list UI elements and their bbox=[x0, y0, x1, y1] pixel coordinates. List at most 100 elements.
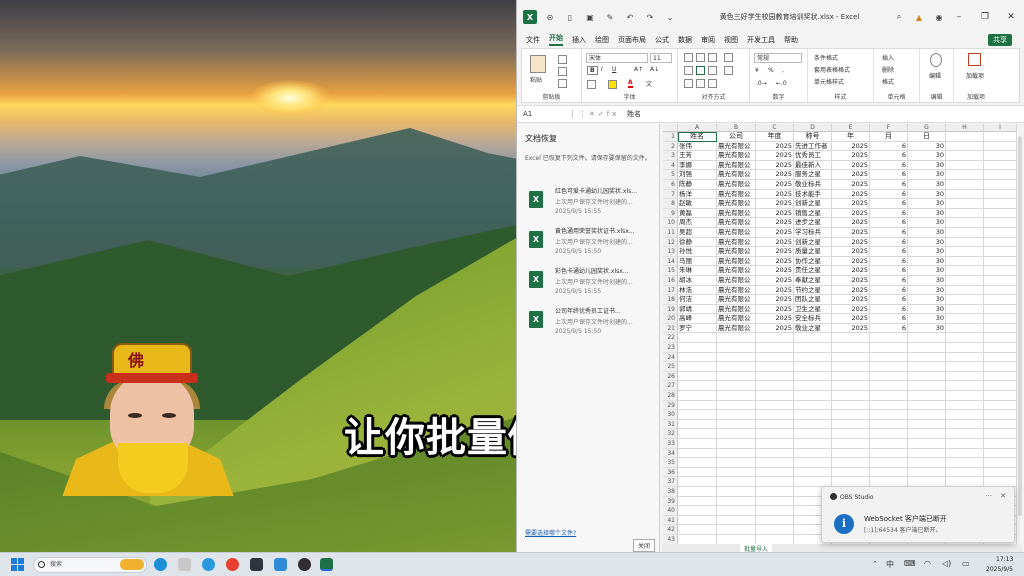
ribbon-tab[interactable]: 帮助 bbox=[784, 35, 798, 46]
italic-button[interactable]: I bbox=[601, 66, 603, 73]
indent-decrease-icon[interactable] bbox=[684, 79, 693, 88]
grid-cell[interactable]: 30 bbox=[908, 266, 946, 276]
grid-cell[interactable]: 2025 bbox=[756, 199, 794, 209]
ribbon-tab[interactable]: 插入 bbox=[572, 35, 586, 46]
grid-cell[interactable]: 敬业之星 bbox=[794, 323, 832, 334]
row-header[interactable]: 2 bbox=[663, 141, 678, 152]
grid-cell[interactable] bbox=[678, 525, 717, 535]
grid-cell[interactable] bbox=[984, 352, 1017, 363]
row-header[interactable]: 28 bbox=[663, 391, 678, 401]
network-icon[interactable]: ◠ bbox=[924, 559, 931, 568]
grid-cell[interactable] bbox=[832, 458, 870, 468]
grid-cell[interactable]: 30 bbox=[908, 208, 946, 219]
grid-cell[interactable] bbox=[794, 419, 832, 430]
grid-cell[interactable] bbox=[756, 333, 794, 344]
grid-cell[interactable]: 6 bbox=[870, 227, 908, 238]
row-header[interactable]: 21 bbox=[663, 323, 678, 334]
grid-cell[interactable] bbox=[717, 439, 756, 449]
grid-cell[interactable] bbox=[946, 362, 984, 372]
grid-cell[interactable]: 2025 bbox=[832, 227, 870, 238]
grid-cell[interactable]: 李娜 bbox=[678, 160, 717, 171]
column-header[interactable]: A bbox=[678, 124, 717, 132]
grid-cell[interactable] bbox=[717, 458, 756, 468]
grid-cell[interactable]: 2025 bbox=[756, 323, 794, 334]
grid-cell[interactable] bbox=[946, 304, 984, 315]
grid-cell[interactable]: 晨光有限公 bbox=[717, 314, 756, 324]
grid-cell[interactable]: 2025 bbox=[756, 295, 794, 305]
grid-cell[interactable] bbox=[756, 534, 794, 544]
row-header[interactable]: 8 bbox=[663, 199, 678, 209]
grid-cell[interactable] bbox=[946, 266, 984, 276]
grid-cell[interactable]: 2025 bbox=[832, 141, 870, 152]
grid-cell[interactable] bbox=[756, 486, 794, 497]
grid-cell[interactable] bbox=[984, 179, 1017, 190]
grid-cell[interactable] bbox=[984, 170, 1017, 180]
grid-cell[interactable] bbox=[870, 343, 908, 353]
grid-cell[interactable]: 何洁 bbox=[678, 295, 717, 305]
grid-cell[interactable] bbox=[984, 333, 1017, 344]
ribbon-tab[interactable]: 审阅 bbox=[701, 35, 715, 46]
minimize-button[interactable]: – bbox=[946, 12, 972, 22]
percent-button[interactable]: % bbox=[768, 67, 774, 74]
grid-cell[interactable]: 2025 bbox=[756, 160, 794, 171]
grid-cell[interactable]: 徐静 bbox=[678, 237, 717, 248]
grid-cell[interactable] bbox=[908, 448, 946, 459]
row-header[interactable]: 23 bbox=[663, 343, 678, 353]
grid-cell[interactable] bbox=[794, 352, 832, 363]
grid-cell[interactable]: 最佳新人 bbox=[794, 160, 832, 171]
grid-cell[interactable] bbox=[794, 381, 832, 392]
column-header[interactable]: B bbox=[717, 124, 756, 132]
grid-cell[interactable] bbox=[870, 467, 908, 478]
grid-cell[interactable]: 2025 bbox=[832, 247, 870, 257]
grid-cell[interactable]: 2025 bbox=[756, 189, 794, 200]
grid-cell[interactable]: 2025 bbox=[832, 151, 870, 161]
decimal-decrease-button[interactable]: ←.0 bbox=[776, 80, 787, 87]
grid-cell[interactable] bbox=[908, 381, 946, 392]
start-button[interactable] bbox=[11, 558, 24, 571]
format-cells-button[interactable]: 格式 bbox=[882, 77, 894, 86]
cut-icon[interactable] bbox=[558, 55, 567, 64]
redo-icon[interactable]: ↷ bbox=[643, 10, 657, 24]
grid-cell[interactable] bbox=[832, 448, 870, 459]
grid-cell[interactable]: 2025 bbox=[832, 199, 870, 209]
grid-cell[interactable] bbox=[756, 391, 794, 401]
grid-cell[interactable] bbox=[678, 333, 717, 344]
grid-cell[interactable] bbox=[794, 343, 832, 353]
grid-cell[interactable] bbox=[832, 381, 870, 392]
grid-cell[interactable] bbox=[946, 295, 984, 305]
grid-cell[interactable]: 2025 bbox=[756, 179, 794, 190]
grid-cell[interactable] bbox=[756, 419, 794, 430]
ribbon-tab[interactable]: 开始 bbox=[549, 33, 563, 46]
grid-cell[interactable] bbox=[756, 506, 794, 516]
grid-cell[interactable] bbox=[717, 410, 756, 420]
grid-cell[interactable] bbox=[678, 362, 717, 372]
grid-cell[interactable]: 2025 bbox=[756, 218, 794, 228]
column-header[interactable]: E bbox=[832, 124, 870, 132]
row-header[interactable]: 30 bbox=[663, 410, 678, 420]
browser-icon[interactable] bbox=[202, 558, 215, 571]
grid-cell[interactable] bbox=[984, 458, 1017, 468]
grid-cell[interactable] bbox=[832, 429, 870, 439]
grid-cell[interactable] bbox=[946, 285, 984, 296]
grid-cell[interactable] bbox=[984, 410, 1017, 420]
grid-cell[interactable] bbox=[794, 391, 832, 401]
grid-cell[interactable] bbox=[870, 391, 908, 401]
grid-cell[interactable] bbox=[946, 141, 984, 152]
grid-cell[interactable] bbox=[984, 381, 1017, 392]
grid-cell[interactable]: 晨光有限公 bbox=[717, 295, 756, 305]
grid-cell[interactable]: 2025 bbox=[832, 256, 870, 267]
editing-button[interactable]: 编辑 bbox=[929, 71, 941, 80]
merge-center-icon[interactable] bbox=[724, 66, 733, 75]
grid-cell[interactable] bbox=[794, 410, 832, 420]
font-size-select[interactable]: 11 bbox=[650, 53, 672, 63]
grid-cell[interactable]: 2025 bbox=[756, 266, 794, 276]
accounting-button[interactable]: ¥ bbox=[755, 67, 759, 74]
grid-cell[interactable] bbox=[984, 218, 1017, 228]
spreadsheet-grid[interactable]: ABCDEFGHI 1 姓名 公司 年度 称号年月日 2 张伟 晨光有限公 2025 先进工作者 2… bbox=[663, 124, 1017, 544]
column-header[interactable]: H bbox=[946, 124, 984, 132]
grid-cell[interactable]: 6 bbox=[870, 208, 908, 219]
grid-cell[interactable] bbox=[946, 132, 984, 142]
grid-cell[interactable] bbox=[678, 371, 717, 382]
grid-cell[interactable] bbox=[908, 343, 946, 353]
grid-cell[interactable]: 2025 bbox=[756, 237, 794, 248]
